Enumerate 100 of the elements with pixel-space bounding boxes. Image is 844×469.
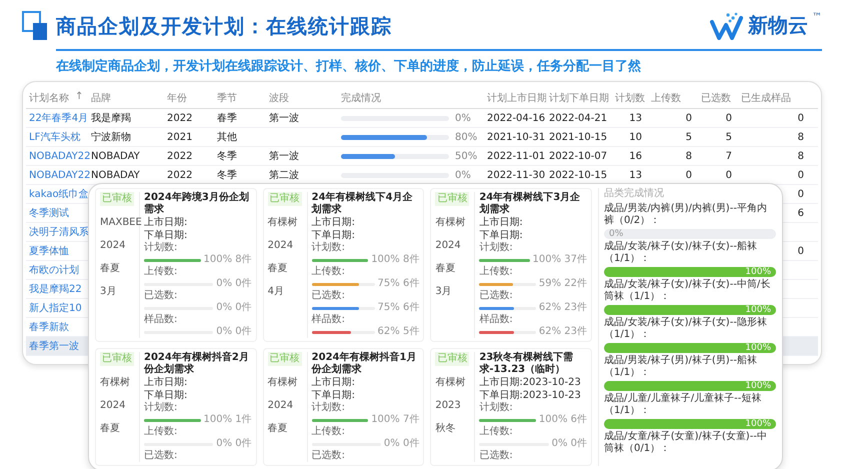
metric-label: 上传数: [312,426,346,438]
metric-label: 上传数: [144,426,178,438]
completion-percent: 0% [455,170,471,180]
progress-bar [479,282,536,286]
plan-name-link[interactable]: kakao纸巾盒 [26,187,88,201]
card-meta: 有棵树 [100,377,131,389]
plan-name-link[interactable]: 春季新款 [26,320,88,334]
plan-name-link[interactable]: NOBADAY22 [26,170,88,180]
plan-card[interactable]: 已审核 有棵树 2023 秋冬 23秋冬有棵树线下需求-13.23（临时） 上市日期:2023-10-23 下单日期:2023-10-23 计划数: 100% 6件 上传数: 0% 0件 已选数: [430,348,592,466]
metric-reading: 0% 0件 [552,438,587,450]
page-title: 商品企划及开发计划：在线统计跟踪 [56,12,393,40]
table-cell-text: 13 [628,170,643,180]
table-cell-text: 2022 [166,112,194,124]
column-header[interactable]: 计划下单日期 [546,91,612,105]
category-label: 成品/女童/袜子(女童)/袜子(女童)--中筒袜（0/1）： [604,431,768,455]
plan-card[interactable]: 已审核 有棵树 2024 春夏 4月 24年有棵树线下4月企划需求 上市日期: 下单日期: 计划数: 100% 8件 上传数: 75% 6件 已选数: 75% 6件 样品数: 62% 5件 [262,188,424,342]
launch-date: 上市日期: [479,217,524,229]
plan-name-link[interactable]: 冬季测试 [26,206,88,220]
progress-bar [312,258,368,262]
plan-name-link[interactable]: 春季第一波 [26,339,88,353]
table-cell-text: 8 [796,132,805,142]
plan-name-link[interactable]: 决明子清风系 [26,225,88,239]
table-cell-text: 2021-10-15 [548,132,608,142]
table-cell-text: 0 [684,170,693,180]
plan-name-link[interactable]: 新人指定10 [26,301,88,315]
table-cell-text: 冬季 [216,168,238,182]
logo-text: 新物云 [748,12,808,39]
column-header[interactable]: 品牌 [88,91,164,105]
metric-label: 样品数: [144,314,178,326]
metric-reading: 0% 0件 [216,438,252,450]
category-label: 成品/男装/内裤(男)/内裤(男)--平角内裤（0/2）： [604,203,768,227]
column-header[interactable]: 季节 [214,91,266,105]
plan-name-link[interactable]: 夏季体恤 [26,244,88,258]
metric-label: 计划数: [312,242,346,254]
table-cell-text: NOBADAY [90,170,141,180]
plan-name-link[interactable]: 22年春季4月 [26,111,88,125]
table-row[interactable]: LF汽车头枕 宁波新物 2021 其他 80% 2021-10-31 2021-10-15 10 5 5 8 [26,128,818,147]
order-date: 下单日期: [144,390,188,402]
metric-label: 计划数: [144,242,178,254]
progress-bar [312,418,368,422]
column-header[interactable]: 上传数 [648,91,698,105]
table-cell-text: 0 [724,170,733,180]
category-progress-bar: 100% [604,381,776,391]
table-cell-text: 2022-04-16 [486,112,546,124]
plan-card[interactable]: 已审核 有棵树 2024 春夏 2024年有棵树抖音1月份企划需求 上市日期: 下单日期: 计划数: 100% 7件 上传数: 0% 0件 已选数: [262,348,424,466]
plan-name-link[interactable]: NOBADAY22 [26,150,88,162]
table-cell-text: 7 [724,150,733,162]
table-cell-text: 2022 [166,150,194,162]
subtitle: 在线制定商品企划，开发计划在线跟踪设计、打样、核价、下单的进度，防止延误，任务分配一目了然 [56,58,642,75]
card-meta: 有棵树 [435,217,466,229]
category-progress-bar: 100% [604,267,776,277]
column-header[interactable]: 计划数 [612,91,648,105]
plan-card[interactable]: 已审核 有棵树 2024 春夏 3月 24年有棵树线下3月企划需求 上市日期: 下单日期: 计划数: 100% 37件 上传数: 59% 22件 已选数: 62% 23件 样品数: 62% 23件 [430,188,592,342]
plan-name-link[interactable]: 我是摩羯22 [26,282,88,296]
status-tag: 已审核 [268,352,302,366]
table-cell-text: 13 [628,112,643,124]
status-tag: 已审核 [100,192,134,206]
sort-arrow[interactable]: ↑ [75,91,84,105]
card-meta: 2024 [268,240,294,252]
card-meta: 3月 [435,286,453,298]
column-header[interactable]: 已选数 [698,91,738,105]
column-header[interactable]: 年份 [164,91,214,105]
metric-reading: 75% 6件 [378,302,420,314]
completion-percent: 50% [455,150,478,162]
metric-reading: 100% 6件 [538,414,587,426]
metric-label: 已选数: [144,290,178,302]
metric-reading: 100% 7件 [371,414,420,426]
table-cell-text: 2021 [166,132,194,142]
table-cell-text: 冬季 [216,150,238,163]
progress-bar [144,258,201,262]
launch-date: 上市日期: [144,377,188,389]
card-title: 23秋冬有棵树线下需求-13.23（临时） [479,352,574,376]
card-meta: 春夏 [435,263,456,275]
table-cell-text: 5 [684,132,693,142]
trademark-sign: ™ [812,12,822,23]
metric-label: 已选数: [312,290,346,302]
table-cell-text: 2022-11-30 [486,170,546,180]
column-header[interactable]: 计划名称 [29,91,69,105]
column-header[interactable]: 完成情况 [338,91,484,105]
table-cell-text: 2022-10-07 [548,150,608,162]
column-header[interactable]: 已生成样品 [738,91,810,105]
category-progress-bar: 100% [604,305,776,315]
plan-card[interactable]: 已审核 有棵树 2024 春夏 2024年有棵树抖音2月份企划需求 上市日期: 下单日期: 计划数: 100% 1件 上传数: 0% 0件 已选数: [95,348,257,466]
metric-label: 计划数: [144,402,178,414]
squares-icon [22,11,48,41]
plan-name-link[interactable]: LF汽车头枕 [26,130,88,144]
table-row[interactable]: 22年春季4月 我是摩羯 2022 春季 第一波 0% 2022-04-16 2022-04-21 13 0 0 0 [26,109,818,128]
status-tag: 已审核 [100,352,134,366]
column-header[interactable]: 计划上市日期 [484,91,546,105]
plan-card[interactable]: 已审核 MAXBEE 2024 春夏 3月 2024年跨境3月份企划需求 上市日期: 下单日期: 计划数: 100% 8件 上传数: 0% 0件 已选数: 0% 0件 样品数: 0% 0件 [95,188,257,342]
card-meta: 春夏 [100,423,121,435]
metric-reading: 75% 6件 [378,278,420,290]
table-cell-text: 春季 [216,112,238,125]
column-header[interactable]: 波段 [266,91,338,105]
metric-reading: 100% 8件 [371,254,420,266]
card-meta: 3月 [100,286,118,298]
table-row[interactable]: NOBADAY22 NOBADAY 2022 冬季 第一波 50% 2022-11-01 2022-10-07 16 8 7 8 [26,147,818,166]
plan-name-link[interactable]: 布欧の计划 [26,263,88,277]
table-cell-text: 我是摩羯 [90,112,132,125]
metric-reading: 62% 23件 [538,326,587,338]
